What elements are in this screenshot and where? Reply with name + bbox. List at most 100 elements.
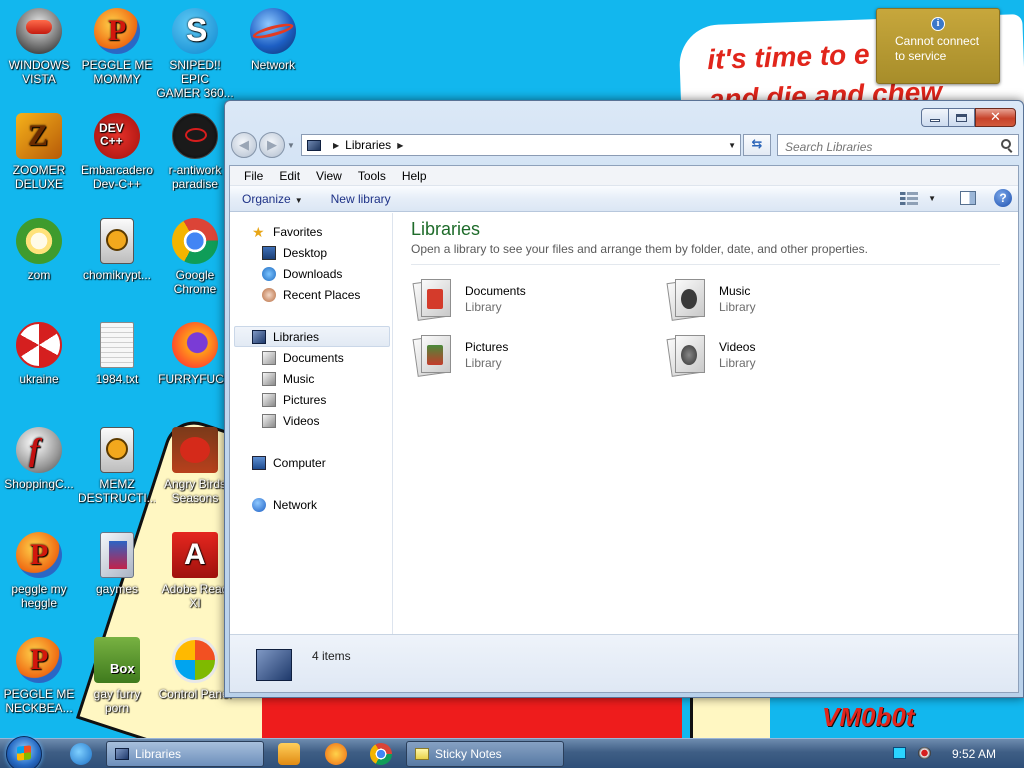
menu-view[interactable]: View — [308, 169, 350, 183]
desktop-icon-peggle-me-neckbea[interactable]: P PEGGLE ME NECKBEA... — [0, 637, 78, 715]
media-player-icon[interactable] — [278, 743, 300, 765]
preview-pane-icon[interactable] — [960, 191, 976, 205]
pictures-library-icon — [411, 331, 455, 379]
tray-display-icon[interactable] — [893, 747, 906, 759]
command-bar: Organize ▼ New library ▼ ? — [230, 186, 1018, 212]
taskbar-button-libraries[interactable]: Libraries — [106, 741, 264, 767]
desktop-icon-chomikrypt[interactable]: chomikrypt... — [78, 218, 156, 282]
close-button[interactable]: ✕ — [975, 108, 1016, 127]
help-icon[interactable]: ? — [994, 189, 1012, 207]
network-globe-icon — [250, 8, 296, 54]
desktop-icon-angry-birds[interactable]: Angry Birds Seasons — [156, 427, 234, 505]
address-bar[interactable]: ▶ Libraries ▶ ▼ — [301, 134, 741, 156]
desktop-icon-google-chrome[interactable]: Google Chrome — [156, 218, 234, 296]
library-item-videos[interactable]: Videos Library — [665, 329, 919, 381]
desktop-icon-adobe-reader[interactable]: A Adobe Read XI — [156, 532, 234, 610]
back-button[interactable]: ◀ — [231, 132, 257, 158]
desktop-icon-sniped[interactable]: S SNIPED!! EPIC GAMER 360... — [156, 8, 234, 100]
close-icon: ✕ — [990, 110, 1001, 125]
nav-videos[interactable]: Videos — [230, 410, 392, 431]
wallpaper-red-shape — [262, 695, 682, 738]
star-icon: ★ — [252, 223, 265, 240]
breadcrumb-arrow-icon[interactable]: ▶ — [333, 141, 339, 150]
network-icon — [252, 497, 266, 512]
forward-button[interactable]: ▶ — [259, 132, 285, 158]
library-grid: Documents Library Music Library Pictures Li… — [411, 273, 1000, 381]
menu-file[interactable]: File — [236, 169, 271, 183]
command-bar-right: ▼ ? — [900, 189, 1012, 207]
angry-birds-icon — [172, 427, 218, 473]
start-button[interactable] — [6, 736, 42, 768]
clock-doc-icon — [100, 427, 134, 473]
chrome-icon — [172, 218, 218, 264]
desktop-icon-1984-txt[interactable]: 1984.txt — [78, 322, 156, 386]
nav-recent-places[interactable]: Recent Places — [230, 284, 392, 305]
view-options-chevron-icon[interactable]: ▼ — [928, 194, 936, 203]
change-view-icon[interactable] — [900, 191, 919, 205]
taskbar-button-sticky-notes[interactable]: Sticky Notes — [406, 741, 564, 767]
desktop-icon-furryfuck[interactable]: FURRYFUCK — [156, 322, 234, 386]
nav-favorites[interactable]: ★ Favorites — [230, 221, 392, 242]
nav-desktop[interactable]: Desktop — [230, 242, 392, 263]
desktop-icon-zoomer-deluxe[interactable]: Z ZOOMER DELUXE — [0, 113, 78, 191]
new-library-button[interactable]: New library — [313, 192, 401, 206]
desktop-icon-network[interactable]: Network — [234, 8, 312, 72]
organize-button[interactable]: Organize ▼ — [230, 192, 313, 206]
address-dropdown-icon[interactable]: ▼ — [728, 141, 736, 150]
nav-downloads[interactable]: Downloads — [230, 263, 392, 284]
peggle-icon[interactable] — [325, 743, 347, 765]
desktop-icon-peggle-my-heggle[interactable]: P peggle my heggle — [0, 532, 78, 610]
internet-explorer-icon[interactable] — [70, 743, 92, 765]
maximize-button[interactable] — [948, 108, 975, 127]
back-arrow-icon: ◀ — [239, 137, 249, 152]
nav-libraries[interactable]: Libraries — [234, 326, 390, 347]
desktop-icon-gay-furry[interactable]: Box gay furry porn — [78, 637, 156, 715]
page-title: Libraries — [411, 219, 481, 239]
tray-volume-icon[interactable] — [918, 747, 931, 759]
desktop-icon-zom[interactable]: zom — [0, 218, 78, 282]
clock[interactable]: 9:52 AM — [952, 747, 996, 761]
minimize-button[interactable] — [921, 108, 948, 127]
refresh-button[interactable]: ⇆ — [743, 134, 771, 156]
page-description: Open a library to see your files and arr… — [411, 242, 868, 256]
menu-help[interactable]: Help — [394, 169, 435, 183]
library-item-music[interactable]: Music Library — [665, 273, 919, 325]
menu-tools[interactable]: Tools — [350, 169, 394, 183]
r-antiwork-icon — [172, 113, 218, 159]
downloads-icon — [262, 266, 276, 281]
computer-icon — [252, 455, 266, 470]
desktop-icon-gaymes[interactable]: gaymes — [78, 532, 156, 596]
main-pane: Libraries Open a library to see your fil… — [393, 213, 1018, 634]
nav-computer[interactable]: Computer — [230, 452, 392, 473]
forward-arrow-icon: ▶ — [267, 137, 277, 152]
desktop-icon-control-panel[interactable]: Control Panel — [156, 637, 234, 701]
desktop-icon-shopping[interactable]: f ShoppingC... — [0, 427, 78, 491]
breadcrumb-libraries[interactable]: Libraries — [345, 138, 391, 152]
nav-pictures[interactable]: Pictures — [230, 389, 392, 410]
peggle-icon: P — [16, 532, 62, 578]
library-item-pictures[interactable]: Pictures Library — [411, 329, 665, 381]
notification-toast[interactable]: i Cannot connect to service — [876, 8, 1000, 84]
divider — [411, 264, 1000, 265]
search-icon[interactable] — [1001, 139, 1011, 149]
nav-documents[interactable]: Documents — [230, 347, 392, 368]
desktop-icon-devcpp[interactable]: DEV C++ Embarcadero Dev-C++ — [78, 113, 156, 191]
peggle-icon: P — [94, 8, 140, 54]
desktop-icon-windows-vista[interactable]: WINDOWS VISTA — [0, 8, 78, 86]
desktop-icon-peggle-me-mommy[interactable]: P PEGGLE ME MOMMY — [78, 8, 156, 86]
library-item-documents[interactable]: Documents Library — [411, 273, 665, 325]
explorer-window[interactable]: ✕ ◀ ▶ ▼ ▶ Libraries ▶ ▼ ⇆ File Edit View… — [224, 100, 1024, 698]
desktop-icon-r-antiwork[interactable]: r-antiwork paradise — [156, 113, 234, 191]
nav-music[interactable]: Music — [230, 368, 392, 389]
chrome-icon[interactable] — [370, 743, 392, 765]
chevron-down-icon: ▼ — [294, 195, 303, 205]
videos-icon — [262, 413, 276, 428]
menu-edit[interactable]: Edit — [271, 169, 308, 183]
desktop-icon-memz[interactable]: MEMZ DESTRUCTI... — [78, 427, 156, 505]
desktop-icon-ukraine[interactable]: ukraine — [0, 322, 78, 386]
breadcrumb-arrow-icon[interactable]: ▶ — [397, 141, 403, 150]
search-input[interactable] — [777, 134, 1019, 156]
peggle-icon: P — [16, 637, 62, 683]
recent-pages-dropdown[interactable]: ▼ — [287, 141, 297, 150]
nav-network[interactable]: Network — [230, 494, 392, 515]
